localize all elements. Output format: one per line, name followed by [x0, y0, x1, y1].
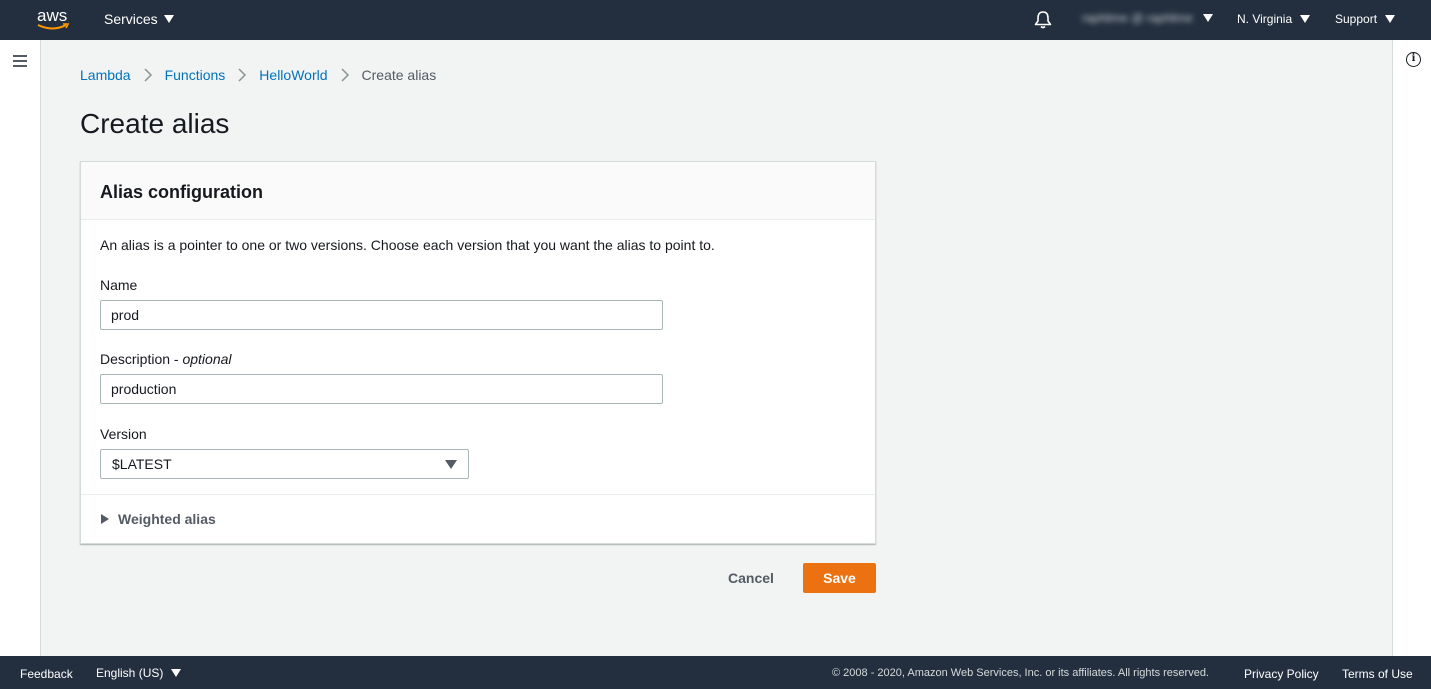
top-navigation: aws Services raphlime @ raphlime N. Virg…: [0, 0, 1431, 40]
copyright-text: © 2008 - 2020, Amazon Web Services, Inc.…: [832, 667, 1209, 679]
terms-of-use-link[interactable]: Terms of Use: [1342, 667, 1413, 681]
weighted-alias-label: Weighted alias: [118, 511, 216, 527]
breadcrumb-helloworld[interactable]: HelloWorld: [259, 67, 327, 83]
language-selector[interactable]: English (US): [96, 666, 182, 680]
caret-down-icon: [1300, 15, 1311, 23]
support-label: Support: [1335, 12, 1378, 26]
divider: [81, 494, 875, 495]
caret-down-icon: [171, 669, 182, 677]
breadcrumb-lambda[interactable]: Lambda: [80, 67, 131, 83]
support-menu[interactable]: Support: [1335, 12, 1396, 26]
caret-down-icon: [163, 15, 174, 23]
description-input[interactable]: [100, 374, 663, 404]
version-select[interactable]: $LATEST: [100, 449, 469, 479]
cancel-button[interactable]: Cancel: [712, 563, 790, 593]
description-label: Description - optional: [100, 351, 232, 367]
chevron-right-icon: [238, 68, 247, 82]
version-label: Version: [100, 426, 147, 442]
region-menu[interactable]: N. Virginia: [1237, 12, 1311, 26]
feedback-link[interactable]: Feedback: [20, 667, 73, 681]
left-sidebar: [0, 40, 41, 656]
breadcrumb: Lambda Functions HelloWorld Create alias: [80, 67, 436, 83]
right-help-panel: i: [1392, 40, 1431, 656]
name-input[interactable]: [100, 300, 663, 330]
caret-down-icon: [445, 459, 457, 469]
language-label: English (US): [96, 666, 164, 680]
weighted-alias-expander[interactable]: Weighted alias: [101, 511, 216, 527]
account-menu[interactable]: raphlime @ raphlime: [1082, 11, 1213, 25]
save-button[interactable]: Save: [803, 563, 876, 593]
caret-down-icon: [1385, 15, 1396, 23]
services-menu[interactable]: Services: [104, 11, 174, 27]
region-label: N. Virginia: [1237, 12, 1293, 26]
panel-description: An alias is a pointer to one or two vers…: [100, 237, 715, 253]
caret-down-icon: [1202, 14, 1213, 22]
aws-smile-icon: [37, 23, 70, 30]
footer: Feedback English (US) © 2008 - 2020, Ama…: [0, 656, 1431, 689]
version-selected-value: $LATEST: [112, 456, 172, 472]
chevron-right-icon: [144, 68, 152, 82]
panel-header: Alias configuration: [81, 162, 875, 220]
account-name: raphlime @ raphlime: [1082, 11, 1193, 25]
breadcrumb-functions[interactable]: Functions: [165, 67, 226, 83]
info-icon[interactable]: i: [1406, 52, 1421, 67]
hamburger-menu-icon[interactable]: [13, 55, 27, 70]
notifications-bell-icon[interactable]: [1034, 10, 1052, 34]
breadcrumb-create-alias: Create alias: [361, 67, 437, 83]
services-label: Services: [104, 11, 158, 27]
privacy-policy-link[interactable]: Privacy Policy: [1244, 667, 1319, 681]
page-title: Create alias: [80, 108, 230, 139]
optional-label: optional: [182, 351, 232, 367]
chevron-right-icon: [340, 68, 349, 82]
caret-right-icon: [101, 514, 109, 524]
name-label: Name: [100, 277, 138, 293]
alias-configuration-panel: Alias configuration An alias is a pointe…: [80, 161, 876, 544]
aws-logo[interactable]: aws: [36, 6, 72, 32]
description-label-text: Description -: [100, 351, 183, 367]
